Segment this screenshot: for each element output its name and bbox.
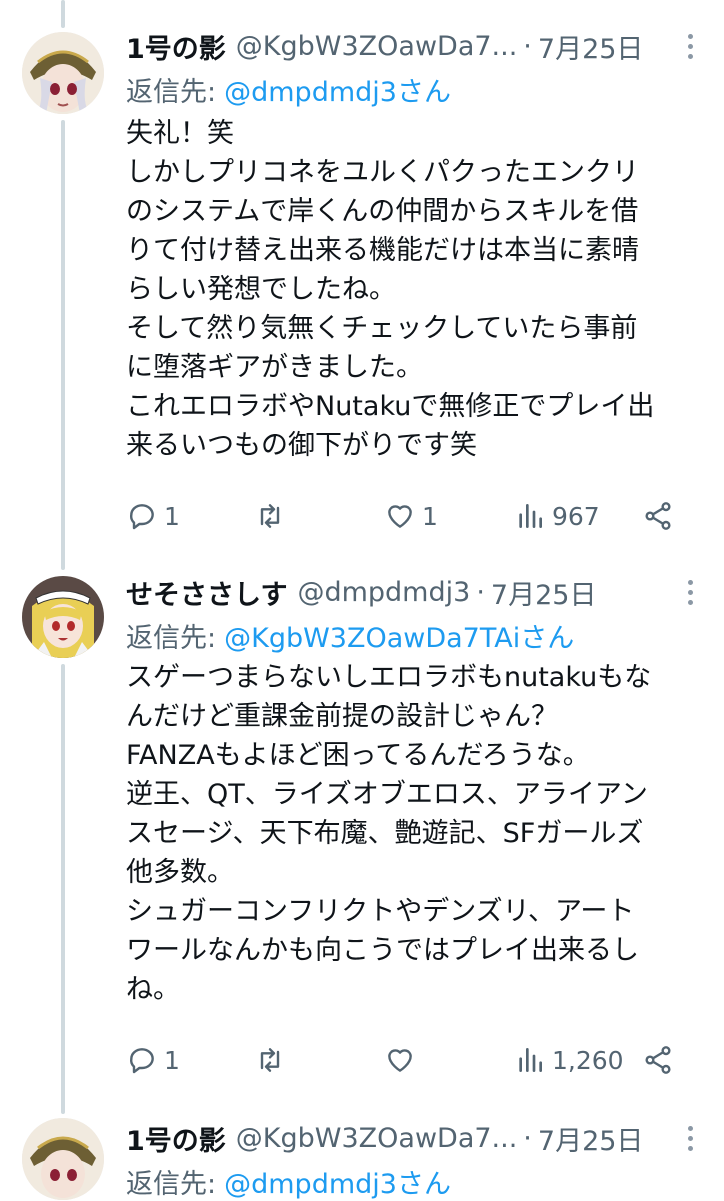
- view-count: 1,260: [552, 1045, 624, 1075]
- tweet-header: 1号の影 @KgbW3ZOawDa7... · 7月25日: [126, 26, 704, 66]
- avatar[interactable]: [22, 1118, 104, 1200]
- reply-icon: [130, 1048, 154, 1074]
- like-count: 1: [422, 501, 438, 531]
- avatar[interactable]: [22, 32, 104, 114]
- reply-to-label: 返信先:: [126, 623, 217, 654]
- views-button[interactable]: 967: [514, 496, 600, 536]
- tweet-text-line: んだけど重課金前提の設計じゃん？: [126, 701, 558, 732]
- avatar[interactable]: [22, 576, 104, 658]
- tweet-header: せそささしす @dmpdmdj3 · 7月25日: [126, 572, 704, 612]
- tweet-text: 失礼！笑 しかしプリコネをユルくパクったエンクリ のシステムで岸くんの仲間からス…: [126, 114, 706, 465]
- share-button[interactable]: [642, 1040, 674, 1080]
- tweet-2[interactable]: せそささしす @dmpdmdj3 · 7月25日 返信先: @KgbW3ZOawD…: [0, 560, 724, 1100]
- share-icon: [645, 502, 671, 530]
- tweet-text-line: スゲーつまらないしエロラボもnutakuもな: [126, 662, 652, 693]
- heart-icon: [388, 1049, 412, 1072]
- retweet-icon: [260, 1048, 280, 1072]
- tweet-text-line: FANZAもよほど困ってるんだろうな。: [126, 740, 590, 771]
- reply-to: 返信先: @dmpdmdj3さん: [126, 70, 451, 109]
- more-icon[interactable]: [680, 1120, 700, 1156]
- separator-dot: ·: [523, 1122, 532, 1154]
- retweet-icon: [260, 504, 280, 528]
- reply-to: 返信先: @KgbW3ZOawDa7TAiさん: [126, 616, 574, 655]
- tweet-text-line: りて付け替え出来る機能だけは本当に素晴: [126, 235, 639, 266]
- tweet-text-line: 来るいつもの御下がりです笑: [126, 430, 477, 461]
- share-icon: [645, 1046, 671, 1074]
- reply-to-label: 返信先:: [126, 77, 217, 108]
- action-bar: 1 1 967: [126, 496, 686, 536]
- reply-button[interactable]: 1: [126, 1040, 180, 1080]
- tweet-text-line: スセージ、天下布魔、艶遊記、SFガールズ: [126, 818, 644, 849]
- views-button[interactable]: 1,260: [514, 1040, 624, 1080]
- tweet-text-line: これエロラボやNutakuで無修正でプレイ出: [126, 391, 655, 422]
- reply-button[interactable]: 1: [126, 496, 180, 536]
- avatar-image: [22, 1118, 104, 1200]
- tweet-1[interactable]: 1号の影 @KgbW3ZOawDa7... · 7月25日 返信先: @dmpdm…: [0, 0, 724, 560]
- tweet-text-line: 失礼！笑: [126, 118, 234, 149]
- reply-to-mention[interactable]: @dmpdmdj3さん: [224, 1169, 451, 1200]
- tweet-header: 1号の影 @KgbW3ZOawDa7... · 7月25日: [126, 1118, 704, 1158]
- more-icon[interactable]: [680, 28, 700, 64]
- user-handle[interactable]: @dmpdmdj3: [297, 577, 470, 608]
- like-button[interactable]: 1: [384, 496, 438, 536]
- view-count: 967: [552, 501, 600, 531]
- avatar-image: [22, 32, 104, 114]
- tweet-text-line: 他多数。: [126, 857, 234, 888]
- tweet-text-line: らしい発想でしたね。: [126, 274, 396, 305]
- tweet-date[interactable]: 7月25日: [491, 573, 597, 612]
- reply-count: 1: [164, 501, 180, 531]
- tweet-text: スゲーつまらないしエロラボもnutakuもな んだけど重課金前提の設計じゃん？ …: [126, 658, 706, 1009]
- action-bar: 1 1,260: [126, 1040, 686, 1080]
- tweet-text-line: ワールなんかも向こうではプレイ出来るし: [126, 935, 639, 966]
- retweet-button[interactable]: [254, 496, 292, 536]
- tweet-text-line: シュガーコンフリクトやデンズリ、アート: [126, 896, 635, 927]
- like-button[interactable]: [384, 1040, 422, 1080]
- tweet-text-line: しかしプリコネをユルくパクったエンクリ: [126, 157, 639, 188]
- reply-to: 返信先: @dmpdmdj3さん: [126, 1162, 451, 1201]
- tweet-text-line: のシステムで岸くんの仲間からスキルを借: [126, 196, 639, 227]
- display-name[interactable]: せそささしす: [126, 573, 287, 612]
- reply-to-mention[interactable]: @dmpdmdj3さん: [224, 77, 451, 108]
- views-icon: [519, 504, 542, 528]
- tweet-text-line: そして然り気無くチェックしていたら事前: [126, 313, 638, 344]
- reply-count: 1: [164, 1045, 180, 1075]
- display-name[interactable]: 1号の影: [126, 1119, 226, 1158]
- tweet-text-line: ね。: [126, 974, 180, 1005]
- user-handle[interactable]: @KgbW3ZOawDa7...: [236, 31, 518, 62]
- separator-dot: ·: [476, 576, 485, 608]
- reply-to-label: 返信先:: [126, 1169, 217, 1200]
- reply-icon: [130, 504, 154, 530]
- reply-to-mention[interactable]: @KgbW3ZOawDa7TAiさん: [224, 623, 574, 654]
- tweet-text-line: に堕落ギアがきました。: [126, 352, 423, 383]
- views-icon: [519, 1048, 542, 1072]
- retweet-button[interactable]: [254, 1040, 292, 1080]
- more-icon[interactable]: [680, 574, 700, 610]
- avatar-image: [22, 576, 104, 658]
- heart-icon: [388, 505, 412, 528]
- separator-dot: ·: [523, 30, 532, 62]
- tweet-date[interactable]: 7月25日: [538, 27, 644, 66]
- share-button[interactable]: [642, 496, 674, 536]
- tweet-3[interactable]: 1号の影 @KgbW3ZOawDa7... · 7月25日 返信先: @dmpdm…: [0, 1100, 724, 1200]
- display-name[interactable]: 1号の影: [126, 27, 226, 66]
- user-handle[interactable]: @KgbW3ZOawDa7...: [236, 1123, 518, 1154]
- tweet-text-line: 逆王、QT、ライズオブエロス、アライアン: [126, 779, 648, 810]
- tweet-date[interactable]: 7月25日: [538, 1119, 644, 1158]
